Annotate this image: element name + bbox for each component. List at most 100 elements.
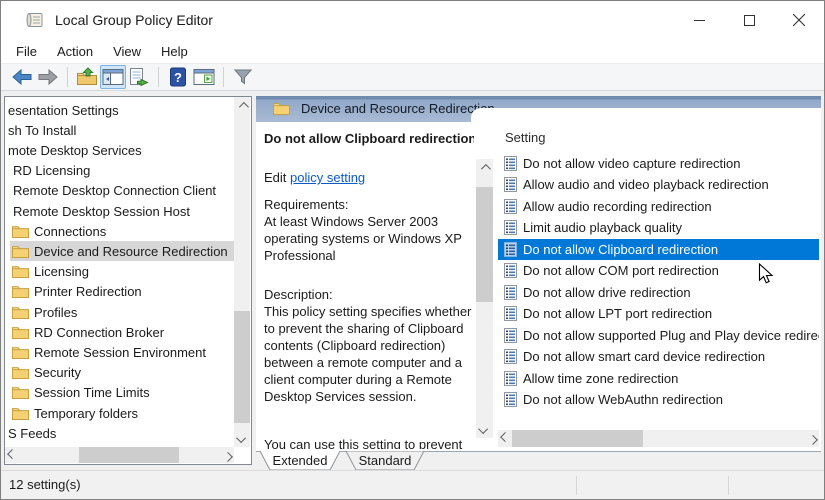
policy-setting-icon (504, 306, 517, 321)
tree-item-remote-desktop-session-host[interactable]: Remote Desktop Session Host (5, 201, 234, 221)
scroll-right-button[interactable] (218, 447, 234, 463)
folder-icon (12, 386, 29, 399)
filter-button[interactable] (230, 65, 256, 89)
scroll-down-button[interactable] (234, 431, 250, 447)
menu-view[interactable]: View (110, 42, 144, 61)
scroll-right-button[interactable] (803, 430, 819, 446)
toolbar-separator (67, 67, 68, 87)
export-list-button[interactable] (126, 65, 152, 89)
scrollbar-thumb[interactable] (234, 311, 250, 423)
back-arrow-icon (11, 67, 33, 87)
setting-row-do-not-allow-lpt-port-redirection[interactable]: Do not allow LPT port redirection (498, 303, 819, 324)
setting-label: Do not allow WebAuthn redirection (523, 392, 723, 407)
tree-item-remote-desktop-connection-client[interactable]: Remote Desktop Connection Client (5, 181, 234, 201)
window-title: Local Group Policy Editor (55, 12, 213, 28)
setting-row-allow-audio-and-video-playback-redirection[interactable]: Allow audio and video playback redirecti… (498, 174, 819, 195)
back-button[interactable] (9, 65, 35, 89)
tab-standard[interactable]: Standard (345, 451, 425, 471)
setting-label: Do not allow drive redirection (523, 285, 691, 300)
console-tree: esentation Settingssh To Installmote Des… (5, 97, 234, 447)
folder-icon (12, 285, 29, 298)
tree-item-session-time-limits[interactable]: Session Time Limits (5, 383, 234, 403)
setting-label: Allow audio and video playback redirecti… (523, 177, 769, 192)
up-folder-icon (76, 67, 98, 87)
policy-setting-link[interactable]: policy setting (290, 170, 365, 185)
description-more-text: You can use this setting to prevent (264, 436, 472, 449)
policy-setting-icon (504, 220, 517, 235)
scrollbar-thumb[interactable] (476, 187, 493, 302)
tree-item-label: S Feeds (8, 426, 56, 441)
tree-item-remote-session-environment[interactable]: Remote Session Environment (5, 342, 234, 362)
tree-item-esentation-settings[interactable]: esentation Settings (5, 100, 234, 120)
scrollbar-thumb[interactable] (79, 447, 179, 463)
description-label: Description: (264, 286, 472, 303)
setting-row-limit-audio-playback-quality[interactable]: Limit audio playback quality (498, 217, 819, 238)
maximize-button[interactable] (724, 1, 774, 39)
show-action-pane-button[interactable] (191, 65, 217, 89)
tree-item-label: Licensing (34, 264, 89, 279)
menu-action[interactable]: Action (54, 42, 96, 61)
tree-item-device-and-resource-redirection[interactable]: Device and Resource Redirection (10, 241, 234, 261)
help-button[interactable]: ? (165, 65, 191, 89)
menu-file[interactable]: File (13, 42, 40, 61)
tree-item-sh-to-install[interactable]: sh To Install (5, 120, 234, 140)
up-one-level-button[interactable] (74, 65, 100, 89)
tree-item-label: RD Licensing (13, 163, 90, 178)
status-separator (576, 476, 577, 495)
setting-row-do-not-allow-webauthn-redirection[interactable]: Do not allow WebAuthn redirection (498, 389, 819, 410)
scroll-left-button[interactable] (5, 447, 21, 463)
tab-extended[interactable]: Extended (259, 451, 341, 471)
tree-horizontal-scrollbar[interactable] (5, 447, 234, 463)
tree-item-s-feeds[interactable]: S Feeds (5, 423, 234, 443)
policy-setting-icon (504, 285, 517, 300)
tree-item-temporary-folders[interactable]: Temporary folders (5, 403, 234, 423)
scroll-down-button[interactable] (476, 422, 492, 438)
tree-item-licensing[interactable]: Licensing (5, 262, 234, 282)
tree-vertical-scrollbar[interactable] (234, 97, 250, 447)
scrollbar-thumb[interactable] (512, 430, 643, 447)
policy-setting-icon (504, 177, 517, 192)
folder-icon (12, 407, 29, 420)
folder-icon (12, 346, 29, 359)
close-button[interactable] (774, 1, 824, 39)
requirements-label: Requirements: (264, 196, 472, 213)
export-list-icon (128, 67, 150, 87)
edit-policy-line: Edit policy setting (264, 169, 472, 186)
scroll-icon (25, 11, 45, 29)
setting-row-do-not-allow-smart-card-device-redirection[interactable]: Do not allow smart card device redirecti… (498, 346, 819, 367)
show-console-tree-button[interactable] (100, 65, 126, 89)
setting-row-allow-audio-recording-redirection[interactable]: Allow audio recording redirection (498, 196, 819, 217)
tree-item-label: Remote Desktop Session Host (13, 204, 190, 219)
setting-column-header[interactable]: Setting (505, 130, 545, 145)
setting-row-do-not-allow-video-capture-redirection[interactable]: Do not allow video capture redirection (498, 153, 819, 174)
tree-item-rd-licensing[interactable]: RD Licensing (5, 161, 234, 181)
scroll-up-button[interactable] (234, 97, 250, 113)
svg-text:?: ? (174, 70, 182, 85)
tree-item-profiles[interactable]: Profiles (5, 302, 234, 322)
forward-arrow-icon (37, 67, 59, 87)
forward-button[interactable] (35, 65, 61, 89)
setting-row-allow-time-zone-redirection[interactable]: Allow time zone redirection (498, 368, 819, 389)
results-header-title: Device and Resource Redirection (301, 101, 495, 116)
folder-icon (273, 102, 290, 120)
tree-item-connections[interactable]: Connections (5, 221, 234, 241)
tree-item-printer-redirection[interactable]: Printer Redirection (5, 282, 234, 302)
tree-item-mote-desktop-services[interactable]: mote Desktop Services (5, 140, 234, 160)
help-icon: ? (168, 67, 188, 87)
tree-item-security[interactable]: Security (5, 363, 234, 383)
window-controls (674, 1, 824, 39)
console-tree-pane: esentation Settingssh To Installmote Des… (4, 96, 252, 465)
setting-row-do-not-allow-supported-plug-and-play-device-redirection[interactable]: Do not allow supported Plug and Play dev… (498, 325, 819, 346)
tree-item-label: Printer Redirection (34, 284, 142, 299)
tree-item-label: Remote Session Environment (34, 345, 206, 360)
policy-setting-icon (504, 263, 517, 278)
setting-row-do-not-allow-clipboard-redirection[interactable]: Do not allow Clipboard redirection (498, 239, 819, 260)
menu-help[interactable]: Help (158, 42, 191, 61)
list-horizontal-scrollbar[interactable] (498, 430, 819, 447)
mouse-cursor (758, 263, 774, 290)
minimize-button[interactable] (674, 1, 724, 39)
detail-vertical-scrollbar[interactable] (476, 159, 493, 438)
requirements-text: At least Windows Server 2003 operating s… (264, 213, 472, 264)
tree-item-rd-connection-broker[interactable]: RD Connection Broker (5, 322, 234, 342)
scroll-up-button[interactable] (476, 159, 492, 175)
